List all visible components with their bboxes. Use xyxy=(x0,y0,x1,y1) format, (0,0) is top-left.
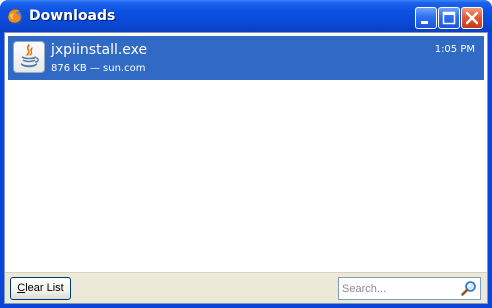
clear-list-mnemonic: C xyxy=(17,282,26,294)
window-client-area: jxpiinstall.exe 876 KB — sun.com 1:05 PM… xyxy=(4,32,488,304)
java-icon xyxy=(13,41,45,73)
window-title: Downloads xyxy=(29,8,116,24)
close-button[interactable] xyxy=(461,7,483,29)
clear-list-button[interactable]: Clear List xyxy=(10,277,71,300)
downloads-window: Downloads jxpiinstall.exe 876 KB — sun.c… xyxy=(0,0,492,308)
download-time: 1:05 PM xyxy=(434,44,475,55)
maximize-icon xyxy=(442,11,456,25)
search-box[interactable] xyxy=(338,277,481,300)
download-status: 876 KB — sun.com xyxy=(51,63,146,74)
downloads-list[interactable]: jxpiinstall.exe 876 KB — sun.com 1:05 PM xyxy=(8,36,484,270)
title-bar[interactable]: Downloads xyxy=(0,0,492,32)
minimize-icon xyxy=(421,21,428,24)
maximize-button[interactable] xyxy=(438,7,460,29)
download-file-name: jxpiinstall.exe xyxy=(51,42,148,58)
close-icon xyxy=(465,11,479,25)
download-item[interactable]: jxpiinstall.exe 876 KB — sun.com 1:05 PM xyxy=(8,36,484,80)
footer-toolbar: Clear List xyxy=(5,272,487,303)
search-input[interactable] xyxy=(342,280,456,297)
minimize-button[interactable] xyxy=(415,7,437,29)
magnifier-icon[interactable] xyxy=(460,280,478,298)
clear-list-label: lear List xyxy=(25,282,64,294)
firefox-icon xyxy=(7,8,24,25)
